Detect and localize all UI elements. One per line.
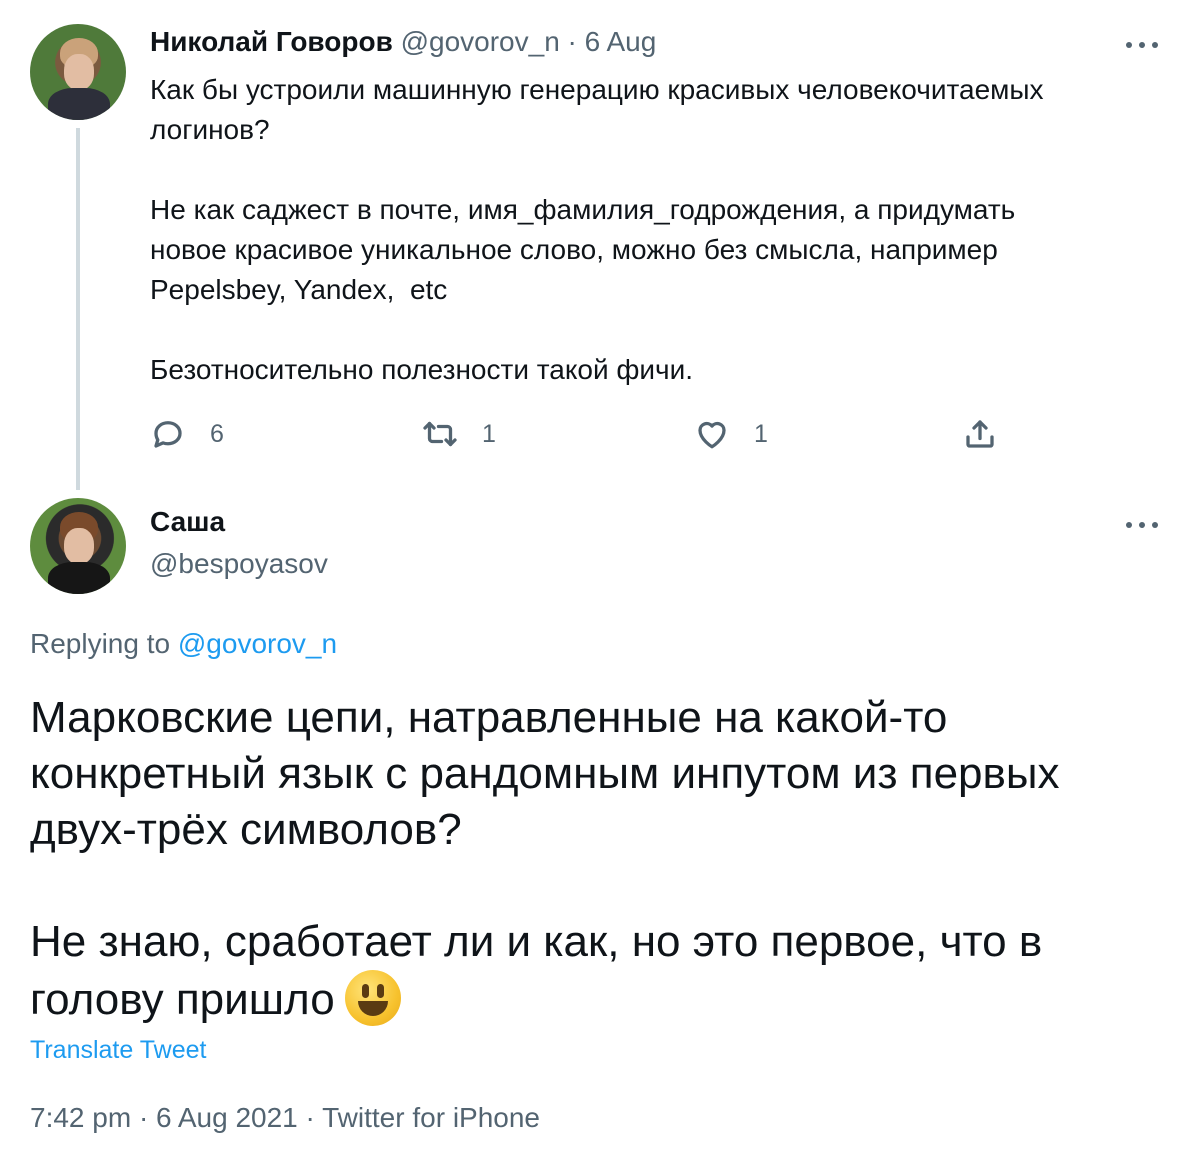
thread-connector-line	[76, 128, 80, 490]
like-count: 1	[754, 419, 768, 448]
retweet-button[interactable]: 1	[422, 412, 496, 456]
header-separator: ·	[559, 26, 585, 57]
reply-tweet-body: Марковские цепи, натравленные на какой-т…	[30, 693, 1060, 1024]
more-icon[interactable]	[1126, 40, 1162, 50]
reply-button[interactable]: 6	[150, 412, 224, 456]
avatar-nikolay[interactable]	[30, 24, 126, 120]
tweet-timestamp-source[interactable]: 7:42 pm · 6 Aug 2021 · Twitter for iPhon…	[30, 1102, 540, 1134]
parent-tweet-date[interactable]: 6 Aug	[585, 26, 657, 57]
parent-author-handle[interactable]: @govorov_n	[401, 26, 560, 57]
retweet-icon	[423, 421, 457, 447]
replying-to-label: Replying to	[30, 628, 178, 659]
share-icon	[966, 420, 994, 448]
parent-tweet-header: Николай Говоров @govorov_n · 6 Aug	[150, 26, 656, 58]
more-icon[interactable]	[1126, 520, 1162, 530]
reply-author-name[interactable]: Саша	[150, 506, 225, 538]
parent-author-name[interactable]: Николай Говоров	[150, 26, 393, 57]
smiling-face-icon	[344, 970, 401, 1026]
reply-icon	[154, 421, 182, 448]
avatar-sasha[interactable]	[30, 498, 126, 594]
share-button[interactable]	[962, 412, 998, 456]
retweet-count: 1	[482, 419, 496, 448]
parent-tweet-actions: 6 1 1	[150, 412, 1050, 456]
reply-tweet-text: Марковские цепи, натравленные на какой-т…	[30, 690, 1160, 1028]
translate-tweet-link[interactable]: Translate Tweet	[30, 1036, 206, 1065]
like-icon	[698, 421, 726, 449]
like-button[interactable]: 1	[694, 412, 768, 456]
replying-to-line: Replying to @govorov_n	[30, 628, 337, 660]
reply-author-handle[interactable]: @bespoyasov	[150, 548, 328, 580]
replying-to-handle-link[interactable]: @govorov_n	[178, 628, 337, 659]
reply-count: 6	[210, 419, 224, 448]
parent-tweet-text: Как бы устроили машинную генерацию краси…	[150, 74, 1044, 385]
